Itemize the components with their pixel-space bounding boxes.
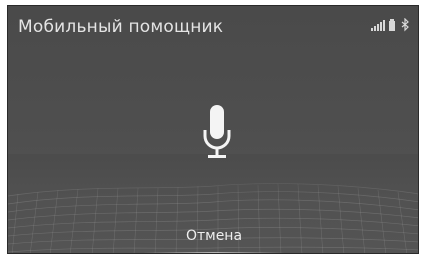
cancel-underline [143, 252, 285, 253]
cancel-button[interactable]: Отмена [8, 228, 418, 250]
microphone-icon[interactable] [202, 103, 232, 161]
screen-title: Мобильный помощник [18, 17, 224, 37]
battery-icon [389, 19, 395, 31]
bluetooth-icon [401, 18, 409, 32]
status-bar [371, 18, 409, 32]
signal-strength-icon [371, 20, 385, 31]
voice-assistant-screen: Мобильный помощник Отмена [7, 5, 419, 254]
